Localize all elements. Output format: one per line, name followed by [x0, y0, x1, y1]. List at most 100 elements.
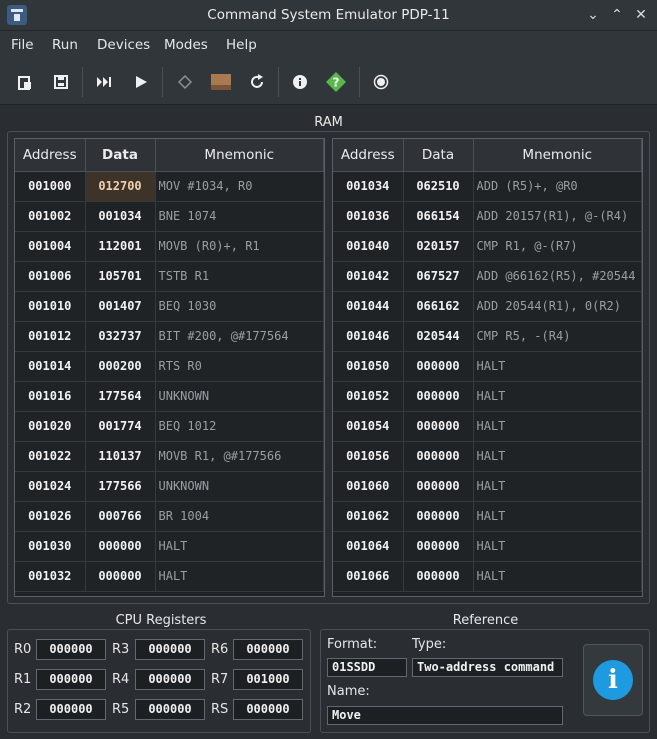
- address-cell[interactable]: 001044: [333, 291, 404, 322]
- address-cell[interactable]: 001036: [333, 201, 404, 232]
- address-cell[interactable]: 001050: [333, 351, 404, 382]
- data-cell[interactable]: 020157: [403, 231, 474, 262]
- address-cell[interactable]: 001046: [333, 321, 404, 352]
- table-row[interactable]: 001010 001407 BEQ 1030: [15, 291, 324, 322]
- table-row[interactable]: 001040 020157 CMP R1, @-(R7): [333, 231, 642, 262]
- mnemonic-cell[interactable]: HALT: [473, 531, 642, 562]
- data-cell[interactable]: 032737: [85, 321, 156, 352]
- column-header-data[interactable]: Data: [85, 139, 156, 172]
- mnemonic-cell[interactable]: ADD (R5)+, @R0: [473, 171, 642, 202]
- register-r0-field[interactable]: 000000: [36, 639, 106, 660]
- mnemonic-cell[interactable]: UNKNOWN: [155, 381, 324, 412]
- close-icon[interactable]: ✕: [630, 5, 652, 25]
- register-r3-field[interactable]: 000000: [135, 639, 205, 660]
- memory-chip-icon[interactable]: [210, 71, 232, 93]
- table-row[interactable]: 001050 000000 HALT: [333, 351, 642, 382]
- mnemonic-cell[interactable]: TSTB R1: [155, 261, 324, 292]
- mnemonic-cell[interactable]: MOVB R1, @#177566: [155, 441, 324, 472]
- table-row[interactable]: 001062 000000 HALT: [333, 501, 642, 532]
- table-row[interactable]: 001044 066162 ADD 20544(R1), 0(R2): [333, 291, 642, 322]
- table-row[interactable]: 001060 000000 HALT: [333, 471, 642, 502]
- data-cell[interactable]: 177564: [85, 381, 156, 412]
- mnemonic-cell[interactable]: HALT: [473, 561, 642, 592]
- data-cell[interactable]: 000000: [403, 531, 474, 562]
- table-row[interactable]: 001024 177566 UNKNOWN: [15, 471, 324, 502]
- data-cell[interactable]: 000000: [85, 561, 156, 592]
- format-field[interactable]: 01SSDD: [327, 658, 407, 677]
- table-row[interactable]: 001014 000200 RTS R0: [15, 351, 324, 382]
- mnemonic-cell[interactable]: ADD @66162(R5), #20544: [473, 261, 642, 292]
- data-cell[interactable]: 177566: [85, 471, 156, 502]
- column-header-mnemonic[interactable]: Mnemonic: [155, 139, 324, 172]
- reset-icon[interactable]: [246, 71, 268, 93]
- data-cell[interactable]: 066162: [403, 291, 474, 322]
- address-cell[interactable]: 001040: [333, 231, 404, 262]
- name-field[interactable]: Move: [327, 706, 563, 725]
- data-cell[interactable]: 000000: [403, 351, 474, 382]
- table-row[interactable]: 001016 177564 UNKNOWN: [15, 381, 324, 412]
- mnemonic-cell[interactable]: MOVB (R0)+, R1: [155, 231, 324, 262]
- data-cell[interactable]: 110137: [85, 441, 156, 472]
- data-cell[interactable]: 000200: [85, 351, 156, 382]
- table-row[interactable]: 001052 000000 HALT: [333, 381, 642, 412]
- column-header-address[interactable]: Address: [15, 139, 86, 172]
- mnemonic-cell[interactable]: ADD 20157(R1), @-(R4): [473, 201, 642, 232]
- address-cell[interactable]: 001014: [15, 351, 86, 382]
- type-field[interactable]: Two-address command: [412, 658, 563, 677]
- data-cell[interactable]: 000000: [403, 441, 474, 472]
- data-cell[interactable]: 000766: [85, 501, 156, 532]
- mnemonic-cell[interactable]: HALT: [473, 381, 642, 412]
- mnemonic-cell[interactable]: HALT: [473, 501, 642, 532]
- table-row[interactable]: 001034 062510 ADD (R5)+, @R0: [333, 171, 642, 202]
- mnemonic-cell[interactable]: CMP R1, @-(R7): [473, 231, 642, 262]
- mnemonic-cell[interactable]: BNE 1074: [155, 201, 324, 232]
- table-row[interactable]: 001030 000000 HALT: [15, 531, 324, 562]
- column-header-mnemonic[interactable]: Mnemonic: [473, 139, 642, 172]
- open-file-icon[interactable]: [14, 71, 36, 93]
- address-cell[interactable]: 001022: [15, 441, 86, 472]
- table-row[interactable]: 001020 001774 BEQ 1012: [15, 411, 324, 442]
- address-cell[interactable]: 001062: [333, 501, 404, 532]
- table-row[interactable]: 001006 105701 TSTB R1: [15, 261, 324, 292]
- register-r7-field[interactable]: 001000: [233, 669, 303, 690]
- table-row[interactable]: 001042 067527 ADD @66162(R5), #20544: [333, 261, 642, 292]
- data-cell[interactable]: 000000: [85, 531, 156, 562]
- address-cell[interactable]: 001016: [15, 381, 86, 412]
- address-cell[interactable]: 001064: [333, 531, 404, 562]
- register-rs-field[interactable]: 000000: [233, 699, 303, 720]
- breakpoint-icon[interactable]: [174, 71, 196, 93]
- address-cell[interactable]: 001006: [15, 261, 86, 292]
- address-cell[interactable]: 001032: [15, 561, 86, 592]
- record-icon[interactable]: [370, 71, 392, 93]
- mnemonic-cell[interactable]: HALT: [473, 351, 642, 382]
- data-cell[interactable]: 001407: [85, 291, 156, 322]
- address-cell[interactable]: 001052: [333, 381, 404, 412]
- info-icon[interactable]: [289, 71, 311, 93]
- address-cell[interactable]: 001026: [15, 501, 86, 532]
- mnemonic-cell[interactable]: HALT: [155, 531, 324, 562]
- data-cell[interactable]: 000000: [403, 471, 474, 502]
- address-cell[interactable]: 001034: [333, 171, 404, 202]
- data-cell[interactable]: 020544: [403, 321, 474, 352]
- data-cell[interactable]: 066154: [403, 201, 474, 232]
- mnemonic-cell[interactable]: BR 1004: [155, 501, 324, 532]
- run-icon[interactable]: [130, 71, 152, 93]
- register-r6-field[interactable]: 000000: [233, 639, 303, 660]
- mnemonic-cell[interactable]: HALT: [473, 441, 642, 472]
- table-row[interactable]: 001064 000000 HALT: [333, 531, 642, 562]
- address-cell[interactable]: 001024: [15, 471, 86, 502]
- address-cell[interactable]: 001030: [15, 531, 86, 562]
- table-row[interactable]: 001066 000000 HALT: [333, 561, 642, 592]
- help-icon[interactable]: ?: [325, 71, 347, 93]
- address-cell[interactable]: 001042: [333, 261, 404, 292]
- mnemonic-cell[interactable]: BEQ 1012: [155, 411, 324, 442]
- address-cell[interactable]: 001004: [15, 231, 86, 262]
- table-row[interactable]: 001004 112001 MOVB (R0)+, R1: [15, 231, 324, 262]
- data-cell[interactable]: 000000: [403, 381, 474, 412]
- info-button[interactable]: i: [583, 644, 643, 716]
- mnemonic-cell[interactable]: ADD 20544(R1), 0(R2): [473, 291, 642, 322]
- data-cell[interactable]: 067527: [403, 261, 474, 292]
- data-cell[interactable]: 001774: [85, 411, 156, 442]
- mnemonic-cell[interactable]: RTS R0: [155, 351, 324, 382]
- menu-modes[interactable]: Modes: [164, 37, 208, 53]
